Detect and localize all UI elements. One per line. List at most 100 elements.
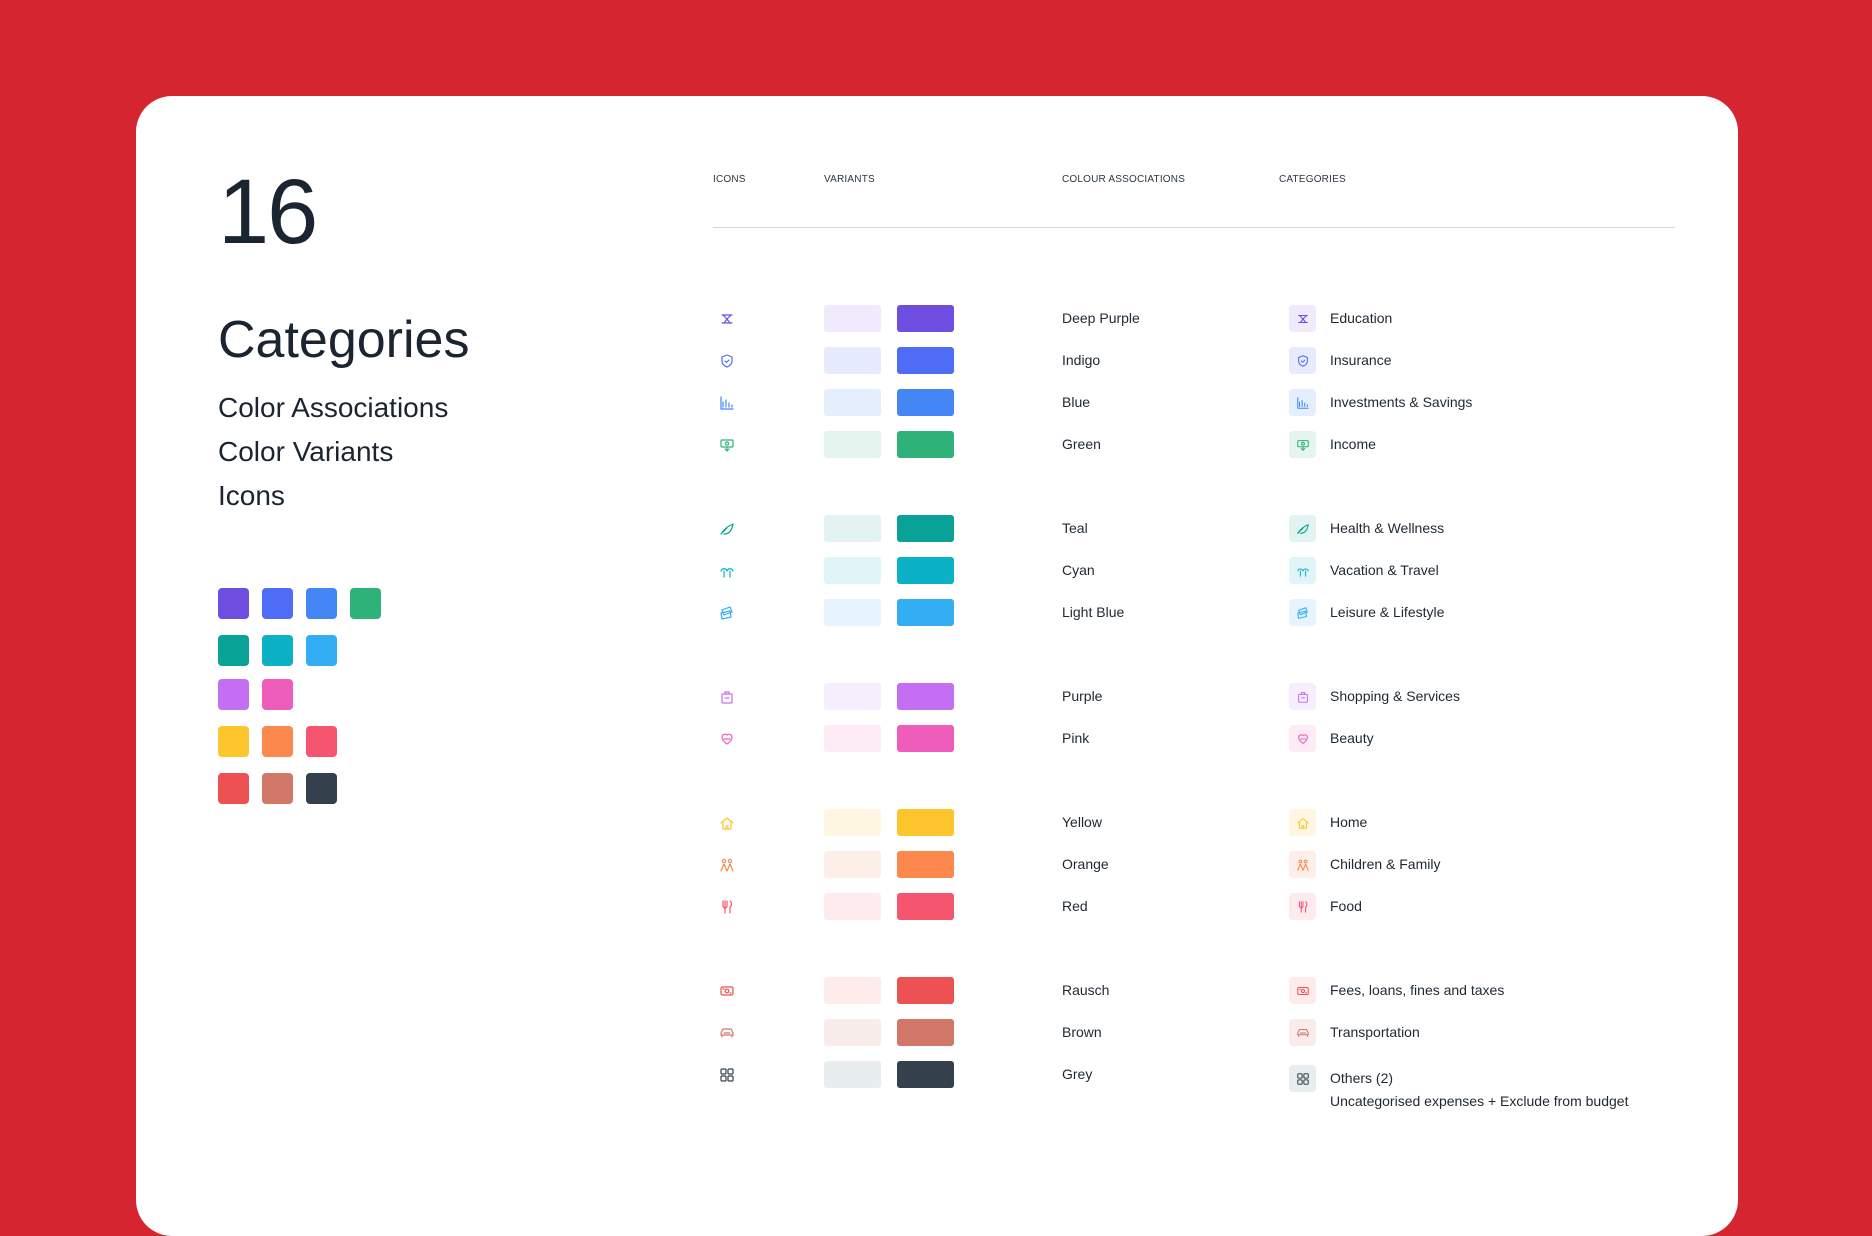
palette-swatch bbox=[262, 773, 293, 804]
color-name: Cyan bbox=[1062, 562, 1095, 578]
dark-variant-swatch bbox=[897, 851, 954, 878]
light-variant-swatch bbox=[824, 431, 881, 458]
dark-variant-swatch bbox=[897, 893, 954, 920]
color-name: Pink bbox=[1062, 730, 1090, 746]
table-row: Teal Health & Wellness bbox=[136, 514, 1738, 544]
category-name: Vacation & Travel bbox=[1330, 562, 1439, 578]
color-name: Teal bbox=[1062, 520, 1088, 536]
table-row: Cyan Vacation & Travel bbox=[136, 556, 1738, 586]
money-icon bbox=[719, 437, 735, 453]
color-name: Brown bbox=[1062, 1024, 1102, 1040]
dark-variant-swatch bbox=[897, 977, 954, 1004]
color-name: Deep Purple bbox=[1062, 310, 1140, 326]
table-row: Light Blue Leisure & Lifestyle bbox=[136, 598, 1738, 628]
table-row: Red Food bbox=[136, 892, 1738, 922]
table-row: Grey Others (2) Uncategorised expenses + E… bbox=[136, 1060, 1738, 1109]
column-header-colour-associations: COLOUR ASSOCIATIONS bbox=[1062, 174, 1186, 185]
light-variant-swatch bbox=[824, 893, 881, 920]
light-variant-swatch bbox=[824, 599, 881, 626]
table-row: Green Income bbox=[136, 430, 1738, 460]
light-variant-swatch bbox=[824, 1061, 881, 1088]
table-row: Deep Purple Education bbox=[136, 304, 1738, 334]
category-family-icon bbox=[1289, 851, 1316, 878]
dark-variant-swatch bbox=[897, 1019, 954, 1046]
category-name: Children & Family bbox=[1330, 856, 1441, 872]
category-chart-icon bbox=[1289, 389, 1316, 416]
category-money-icon bbox=[1289, 431, 1316, 458]
light-variant-swatch bbox=[824, 851, 881, 878]
dark-variant-swatch bbox=[897, 683, 954, 710]
color-name: Blue bbox=[1062, 394, 1091, 410]
table-row: Yellow Home bbox=[136, 808, 1738, 838]
light-variant-swatch bbox=[824, 683, 881, 710]
graduation-icon bbox=[719, 311, 735, 327]
category-name: Home bbox=[1330, 814, 1368, 830]
column-header-icons: ICONS bbox=[713, 174, 746, 185]
cash-icon bbox=[719, 983, 735, 999]
table-row: Purple Shopping & Services bbox=[136, 682, 1738, 712]
category-count: 16 bbox=[218, 161, 318, 263]
column-header-categories: CATEGORIES bbox=[1279, 174, 1346, 185]
dark-variant-swatch bbox=[897, 1061, 954, 1088]
light-variant-swatch bbox=[824, 557, 881, 584]
table-row: Blue Investments & Savings bbox=[136, 388, 1738, 418]
color-name: Light Blue bbox=[1062, 604, 1125, 620]
category-leaf-icon bbox=[1289, 515, 1316, 542]
category-name: Education bbox=[1330, 310, 1393, 326]
category-name: Leisure & Lifestyle bbox=[1330, 604, 1445, 620]
category-name: Income bbox=[1330, 436, 1376, 452]
category-name: Insurance bbox=[1330, 352, 1392, 368]
color-name: Yellow bbox=[1062, 814, 1102, 830]
palette-row bbox=[218, 635, 394, 666]
palette-swatch bbox=[218, 635, 249, 666]
light-variant-swatch bbox=[824, 1019, 881, 1046]
category-heart-icon bbox=[1289, 725, 1316, 752]
dark-variant-swatch bbox=[897, 515, 954, 542]
color-name: Green bbox=[1062, 436, 1101, 452]
subtitle-icons: Icons bbox=[218, 480, 285, 511]
color-name: Grey bbox=[1062, 1066, 1093, 1082]
color-name: Red bbox=[1062, 898, 1088, 914]
leaf-icon bbox=[719, 521, 735, 537]
category-car-icon bbox=[1289, 1019, 1316, 1046]
category-name: Fees, loans, fines and taxes bbox=[1330, 982, 1505, 998]
dark-variant-swatch bbox=[897, 599, 954, 626]
family-icon bbox=[719, 857, 735, 873]
palette-row bbox=[218, 773, 394, 804]
table-row: Orange Children & Family bbox=[136, 850, 1738, 880]
palette-swatch bbox=[306, 773, 337, 804]
dark-variant-swatch bbox=[897, 305, 954, 332]
light-variant-swatch bbox=[824, 809, 881, 836]
category-cash-icon bbox=[1289, 977, 1316, 1004]
category-name: Shopping & Services bbox=[1330, 688, 1460, 704]
light-variant-swatch bbox=[824, 725, 881, 752]
dark-variant-swatch bbox=[897, 347, 954, 374]
light-variant-swatch bbox=[824, 347, 881, 374]
dark-variant-swatch bbox=[897, 389, 954, 416]
category-name: Investments & Savings bbox=[1330, 394, 1473, 410]
light-variant-swatch bbox=[824, 515, 881, 542]
shield-icon bbox=[719, 353, 735, 369]
heart-icon bbox=[719, 731, 735, 747]
category-graduation-icon bbox=[1289, 305, 1316, 332]
color-name: Orange bbox=[1062, 856, 1109, 872]
category-name: Beauty bbox=[1330, 730, 1374, 746]
category-ticket-icon bbox=[1289, 599, 1316, 626]
car-icon bbox=[719, 1025, 735, 1041]
category-card: 16 Categories Color Associations Color V… bbox=[136, 96, 1738, 1236]
category-name: Food bbox=[1330, 898, 1362, 914]
category-bag-icon bbox=[1289, 683, 1316, 710]
header-divider bbox=[713, 227, 1675, 228]
dark-variant-swatch bbox=[897, 557, 954, 584]
dark-variant-swatch bbox=[897, 725, 954, 752]
light-variant-swatch bbox=[824, 305, 881, 332]
light-variant-swatch bbox=[824, 389, 881, 416]
category-utensils-icon bbox=[1289, 893, 1316, 920]
category-name: Others (2) bbox=[1330, 1070, 1394, 1086]
color-name: Indigo bbox=[1062, 352, 1101, 368]
palette-swatch bbox=[306, 635, 337, 666]
category-name: Health & Wellness bbox=[1330, 520, 1445, 536]
chart-icon bbox=[719, 395, 735, 411]
table-row: Rausch Fees, loans, fines and taxes bbox=[136, 976, 1738, 1006]
category-description: Uncategorised expenses + Exclude from bu… bbox=[1330, 1093, 1629, 1109]
